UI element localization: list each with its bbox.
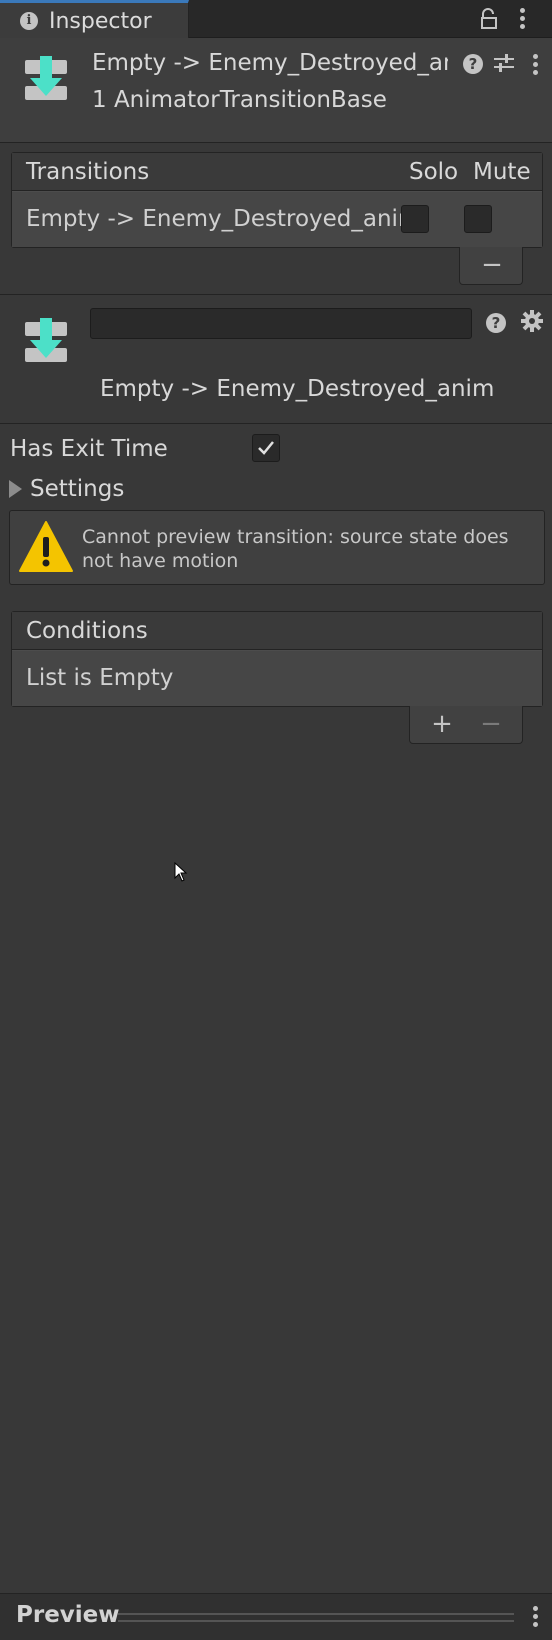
warning-helpbox: Cannot preview transition: source state … — [9, 510, 545, 585]
transition-icon — [25, 56, 67, 100]
warning-message: Cannot preview transition: source state … — [82, 526, 509, 572]
transition-name: Empty -> Enemy_Destroyed_anim — [100, 376, 495, 402]
tab-inspector[interactable]: i Inspector — [0, 0, 189, 38]
preview-resize-grip[interactable] — [118, 1613, 514, 1622]
gear-icon[interactable] — [521, 310, 543, 332]
transition-row-label: Empty -> Enemy_Destroyed_anim — [26, 206, 416, 232]
settings-foldout[interactable]: Settings — [30, 476, 124, 502]
conditions-empty-row: List is Empty — [12, 650, 542, 706]
transitions-list-footer: − — [459, 247, 523, 285]
conditions-list-header: Conditions — [12, 612, 542, 650]
warning-icon — [19, 521, 73, 572]
conditions-empty-text: List is Empty — [26, 665, 174, 691]
conditions-list: Conditions List is Empty — [11, 611, 543, 707]
solo-checkbox[interactable] — [401, 205, 429, 233]
mouse-cursor-icon — [174, 862, 188, 882]
mute-column-label: Mute — [473, 159, 531, 185]
remove-condition-button[interactable]: − — [471, 709, 511, 739]
info-icon: i — [20, 12, 38, 30]
divider — [0, 423, 552, 424]
tab-menu-icon[interactable] — [520, 8, 526, 30]
tab-bar: i Inspector — [0, 0, 552, 38]
list-item[interactable]: Empty -> Enemy_Destroyed_anim — [12, 191, 542, 247]
preview-menu-icon[interactable] — [533, 1606, 539, 1628]
conditions-list-footer: + − — [409, 706, 523, 744]
header-title: Empty -> Enemy_Destroyed_ani — [92, 50, 448, 76]
header-subtitle: 1 AnimatorTransitionBase — [92, 87, 387, 113]
conditions-header-label: Conditions — [26, 618, 148, 644]
help-icon[interactable]: ? — [486, 313, 506, 333]
inspector-header: Empty -> Enemy_Destroyed_ani 1 AnimatorT… — [0, 38, 552, 143]
has-exit-time-checkbox[interactable] — [252, 434, 280, 462]
help-icon[interactable]: ? — [463, 54, 483, 74]
transition-name-input[interactable] — [90, 308, 472, 339]
has-exit-time-label: Has Exit Time — [10, 436, 168, 462]
header-menu-icon[interactable] — [533, 54, 539, 76]
presets-icon[interactable] — [493, 53, 515, 73]
transitions-header-label: Transitions — [26, 159, 150, 185]
transition-icon — [25, 318, 67, 362]
checkmark-icon — [258, 441, 274, 455]
lock-icon[interactable] — [479, 8, 499, 30]
settings-foldout-arrow-icon[interactable] — [9, 480, 22, 498]
solo-column-label: Solo — [409, 159, 459, 185]
transitions-list: Transitions Solo Mute Empty -> Enemy_Des… — [11, 152, 543, 248]
remove-transition-button[interactable]: − — [472, 250, 512, 280]
tab-inspector-label: Inspector — [49, 9, 152, 34]
mute-checkbox[interactable] — [464, 205, 492, 233]
divider — [0, 294, 552, 295]
add-condition-button[interactable]: + — [422, 709, 462, 739]
preview-label: Preview — [16, 1602, 120, 1628]
preview-bar[interactable]: Preview — [0, 1593, 552, 1640]
transitions-list-header: Transitions Solo Mute — [12, 153, 542, 191]
